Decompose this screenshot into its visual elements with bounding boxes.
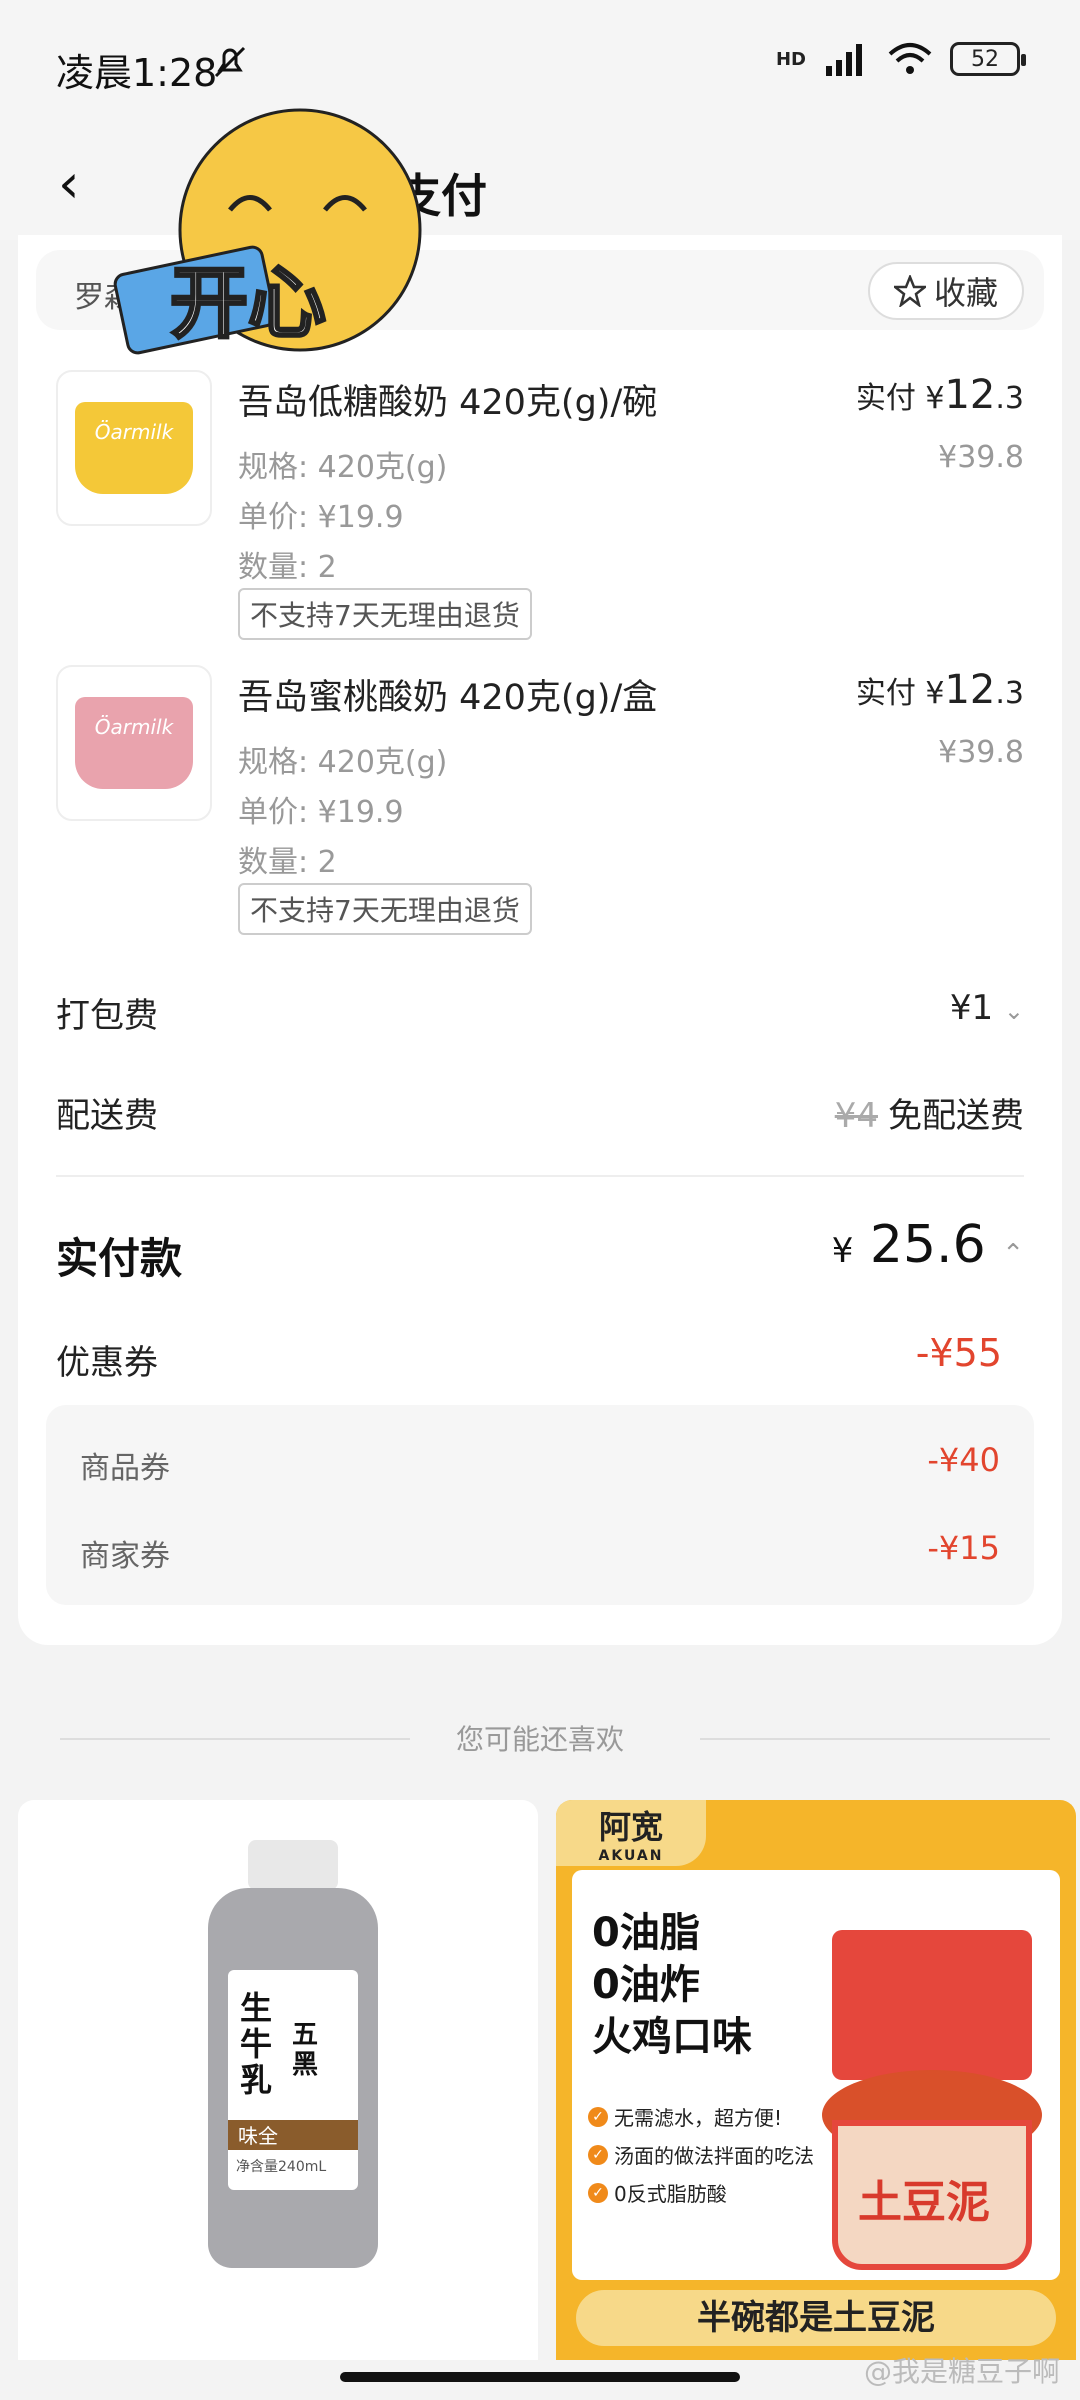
delivery-fee-value: ¥4 免配送费 <box>835 1088 1024 1137</box>
ad-bullet: ✓ 0反式脂肪酸 <box>588 2178 727 2207</box>
mute-bell-icon <box>214 46 246 78</box>
bottle-main-text: 生牛乳 <box>240 1989 273 2099</box>
favorite-button[interactable]: 收藏 <box>867 262 1024 320</box>
delivery-fee-label: 配送费 <box>56 1096 158 1136</box>
coupon-label: 优惠券 <box>56 1343 158 1383</box>
recommend-product-card[interactable]: 阿宽 AKUAN 0油脂 0油炸 火鸡口味 ✓ 无需滤水，超方便! ✓ 汤面的做法拌… <box>556 1800 1076 2360</box>
brand-logo: 阿宽 AKUAN <box>556 1800 706 1866</box>
cup-text: 土豆泥 <box>858 2177 990 2228</box>
star-icon <box>893 275 926 307</box>
paid-dec: .3 <box>995 676 1024 711</box>
order-item[interactable]: Öarmilk 吾岛蜜桃酸奶 420克(g)/盒 规格: 420克(g) 单价:… <box>56 665 1024 935</box>
wifi-icon <box>888 43 932 74</box>
check-icon: ✓ <box>588 2182 608 2203</box>
total-amount: 25.6 <box>869 1215 986 1275</box>
total-value[interactable]: ¥ 25.6 ⌃ <box>832 1215 1024 1275</box>
network-type: HD <box>775 48 806 70</box>
item-original-price: ¥39.8 <box>938 735 1024 770</box>
chevron-down-icon: ⌄ <box>1003 997 1024 1025</box>
packing-fee-row[interactable]: 打包费 ¥1 ⌄ <box>56 980 1024 1040</box>
ad-panel: 0油脂 0油炸 火鸡口味 ✓ 无需滤水，超方便! ✓ 汤面的做法拌面的吃法 ✓ 0反式… <box>572 1870 1060 2280</box>
status-icons: HD 52 <box>775 42 1026 76</box>
order-item[interactable]: Öarmilk 吾岛低糖酸奶 420克(g)/碗 规格: 420克(g) 单价:… <box>56 370 1024 640</box>
coupon-value: -¥55 <box>915 1331 1002 1375</box>
brand-cn: 阿宽 <box>598 1808 663 1846</box>
check-icon: ✓ <box>588 2106 608 2127</box>
watermark: @我是糖豆子啊 <box>863 2355 1060 2388</box>
coupon-item-value: -¥15 <box>927 1529 1000 1567</box>
back-icon[interactable]: ‹ <box>58 152 80 215</box>
ad-headline: 0油脂 <box>592 1910 700 1956</box>
packing-fee-label: 打包费 <box>56 996 158 1036</box>
ad-banner: 半碗都是土豆泥 <box>576 2290 1056 2346</box>
return-policy-tag: 不支持7天无理由退货 <box>238 588 532 640</box>
ad-headline: 火鸡口味 <box>592 2014 752 2060</box>
item-unit-price: 单价: ¥19.9 <box>238 500 404 535</box>
paid-dec: .3 <box>995 381 1024 416</box>
ad-headline: 0油炸 <box>592 1962 700 2008</box>
packing-fee-amount: ¥1 <box>949 988 994 1028</box>
bottle-side-text: 五黑 <box>292 2020 319 2080</box>
yogurt-cup-image: Öarmilk <box>75 402 193 494</box>
bottle-label: 生牛乳 五黑 味全 净含量240mL <box>228 1970 358 2190</box>
ad-bullet: ✓ 汤面的做法拌面的吃法 <box>588 2140 814 2169</box>
coupon-item-value: -¥40 <box>927 1441 1000 1479</box>
packing-fee-value: ¥1 ⌄ <box>950 988 1024 1028</box>
cup-brand: Öarmilk <box>94 715 174 739</box>
coupon-item-label: 商品券 <box>80 1451 170 1486</box>
paid-int: 12 <box>944 372 996 418</box>
ad-bullet-text: 无需滤水，超方便! <box>614 2106 783 2130</box>
divider-line <box>700 1738 1050 1740</box>
return-policy-tag: 不支持7天无理由退货 <box>238 883 532 935</box>
happy-face-sticker: 开心 <box>113 108 422 355</box>
item-original-price: ¥39.8 <box>938 440 1024 475</box>
total-symbol: ¥ <box>831 1231 854 1271</box>
milk-bottle-image: 生牛乳 五黑 味全 净含量240mL <box>208 1840 378 2270</box>
item-unit-price: 单价: ¥19.9 <box>238 795 404 830</box>
item-quantity: 数量: 2 <box>238 845 337 880</box>
ad-bullet-text: 0反式脂肪酸 <box>614 2182 727 2206</box>
recommend-product-card[interactable]: 生牛乳 五黑 味全 净含量240mL <box>18 1800 538 2360</box>
item-paid: 实付 ¥12.3 <box>856 667 1024 713</box>
chevron-up-icon: ⌃ <box>1002 1239 1024 1269</box>
brand-en: AKUAN <box>598 1848 664 1864</box>
product-thumbnail[interactable]: Öarmilk <box>56 370 212 526</box>
coupon-breakdown: 商品券 -¥40 商家券 -¥15 <box>46 1405 1034 1605</box>
sticker-text: 开心 <box>170 259 326 349</box>
paid-label: 实付 <box>855 381 916 416</box>
item-spec: 规格: 420克(g) <box>238 745 448 780</box>
home-indicator[interactable] <box>340 2372 740 2382</box>
yogurt-cup-image: Öarmilk <box>75 697 193 789</box>
item-spec: 规格: 420克(g) <box>238 450 448 485</box>
total-label: 实付款 <box>56 1234 183 1283</box>
item-title: 吾岛蜜桃酸奶 420克(g)/盒 <box>238 678 658 718</box>
product-thumbnail[interactable]: Öarmilk <box>56 665 212 821</box>
delivery-fee-original: ¥4 <box>834 1096 878 1136</box>
cup-brand: Öarmilk <box>94 420 174 444</box>
bottle-brand: 味全 <box>228 2120 358 2150</box>
noodle-cup-image: 土豆泥 <box>822 1930 1042 2270</box>
delivery-fee-free: 免配送费 <box>888 1096 1024 1136</box>
check-icon: ✓ <box>588 2144 608 2165</box>
signal-icon <box>826 44 862 76</box>
paid-int: 12 <box>944 667 996 713</box>
bottle-volume: 净含量240mL <box>236 2159 327 2175</box>
paid-symbol: ¥ <box>925 676 945 711</box>
ad-bullet: ✓ 无需滤水，超方便! <box>588 2102 782 2131</box>
favorite-label: 收藏 <box>933 274 998 312</box>
paid-symbol: ¥ <box>925 381 945 416</box>
status-time: 凌晨1:28 <box>56 51 218 95</box>
item-paid: 实付 ¥12.3 <box>856 372 1024 418</box>
coupon-item-label: 商家券 <box>80 1539 170 1574</box>
ad-bullet-text: 汤面的做法拌面的吃法 <box>614 2144 814 2168</box>
divider <box>56 1175 1024 1177</box>
paid-label: 实付 <box>855 676 916 711</box>
delivery-fee-row: 配送费 ¥4 免配送费 <box>56 1080 1024 1140</box>
order-card: 罗森 收藏 Öarmilk 吾岛低糖酸奶 420克(g)/碗 规格: 420克(… <box>18 235 1062 1645</box>
battery-icon: 52 <box>950 42 1026 76</box>
item-quantity: 数量: 2 <box>238 550 337 585</box>
